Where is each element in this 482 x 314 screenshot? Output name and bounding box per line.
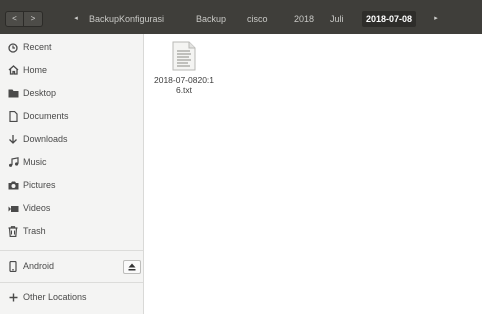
trash-icon	[6, 220, 20, 246]
sidebar-item-label: Other Locations	[23, 292, 87, 302]
camera-icon	[6, 174, 20, 199]
sidebar-item-label: Recent	[23, 42, 52, 52]
sidebar-item-label: Android	[23, 261, 55, 271]
breadcrumb-current[interactable]: 2018-07-08	[362, 11, 417, 27]
breadcrumb-item[interactable]: Juli	[326, 11, 348, 27]
breadcrumb-item[interactable]: cisco	[243, 11, 272, 27]
sidebar-item-desktop[interactable]: Desktop	[0, 82, 143, 105]
text-file-icon	[171, 41, 197, 71]
header-bar: < > ◂ BackupKonfigurasi Backup cisco 201…	[0, 0, 482, 34]
sidebar-item-downloads[interactable]: Downloads	[0, 128, 143, 151]
sidebar-item-android[interactable]: Android	[0, 255, 143, 278]
sidebar-item-label: Downloads	[23, 134, 68, 144]
file-item[interactable]: 2018-07-0820:16.txt	[151, 41, 217, 95]
nav-buttons: < >	[5, 11, 43, 27]
sidebar-item-label: Pictures	[23, 180, 56, 190]
sidebar-item-label: Home	[23, 65, 48, 75]
sidebar-item-label: Trash	[23, 226, 46, 236]
sidebar-item-documents[interactable]: Documents	[0, 105, 143, 128]
folder-icon	[6, 82, 20, 107]
video-icon	[6, 197, 20, 222]
breadcrumb-scroll-left-icon[interactable]: ◂	[69, 11, 83, 27]
sidebar-item-label: Desktop	[23, 88, 57, 98]
back-button[interactable]: <	[5, 11, 24, 27]
sidebar-item-label: Documents	[23, 111, 69, 121]
sidebar-item-other-locations[interactable]: Other Locations	[0, 286, 143, 309]
file-view[interactable]: 2018-07-0820:16.txt	[145, 34, 482, 314]
sidebar-item-pictures[interactable]: Pictures	[0, 174, 143, 197]
file-name: 2018-07-0820:16.txt	[153, 75, 215, 95]
breadcrumb-item[interactable]: BackupKonfigurasi	[85, 11, 168, 27]
phone-icon	[6, 255, 20, 281]
plus-icon	[6, 286, 20, 311]
breadcrumb-item[interactable]: 2018	[290, 11, 318, 27]
sidebar-item-home[interactable]: Home	[0, 59, 143, 82]
sidebar-divider	[0, 282, 143, 283]
sidebar-item-recent[interactable]: Recent	[0, 36, 143, 59]
breadcrumb-item[interactable]: Backup	[192, 11, 230, 27]
home-icon	[6, 59, 20, 84]
sidebar-item-label: Music	[23, 157, 47, 167]
breadcrumb-scroll-right-icon[interactable]: ▸	[429, 11, 443, 27]
sidebar-item-label: Videos	[23, 203, 51, 213]
sidebar-item-videos[interactable]: Videos	[0, 197, 143, 220]
forward-button[interactable]: >	[24, 11, 43, 27]
eject-icon[interactable]	[123, 260, 141, 274]
sidebar-item-trash[interactable]: Trash	[0, 220, 143, 243]
sidebar-divider	[0, 250, 143, 251]
sidebar: Recent Home Desktop Documents Downloads …	[0, 34, 144, 314]
sidebar-item-music[interactable]: Music	[0, 151, 143, 174]
